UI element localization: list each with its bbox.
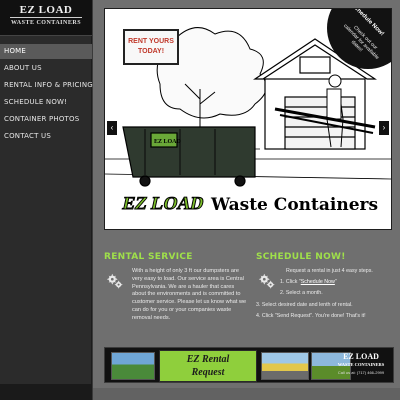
promo-badge: RENT YOURS TODAY!: [123, 29, 179, 65]
slider-next-button[interactable]: ›: [379, 121, 389, 135]
schedule-step-2: 2. Select a month.: [280, 290, 323, 297]
rental-request-banner[interactable]: EZ Rental Request EZ LOAD WASTE CONTAINE…: [104, 347, 394, 383]
slider-prev-button[interactable]: ‹: [107, 121, 117, 135]
schedule-step-1: 1. Click "Schedule Now": [256, 279, 396, 286]
nav-item-about-us[interactable]: About Us: [0, 61, 92, 76]
schedule-step-3: 3. Select desired date and lenth of rent…: [256, 301, 353, 308]
schedule-step-1-suffix: ": [334, 279, 337, 286]
banner-photo-truck: [111, 352, 155, 380]
nav-item-home[interactable]: Home: [0, 44, 92, 59]
banner-logo-subtitle: WASTE CONTAINERS: [337, 362, 385, 367]
schedule-steps: Request a rental in just 4 easy steps. 1…: [256, 268, 396, 324]
sidebar-footer: [0, 384, 92, 400]
hero-banner-tagline: Waste Containers: [211, 195, 379, 215]
footer: [93, 388, 400, 400]
logo-subtitle: WASTE CONTAINERS: [10, 20, 82, 26]
schedule-step-4: 4. Click "Send Request". You're done! Th…: [256, 312, 366, 319]
rental-request-line1: EZ Rental: [186, 354, 230, 365]
hero-banner-brand: EZ LOAD: [120, 193, 206, 214]
rental-request-button[interactable]: EZ Rental Request: [159, 350, 257, 382]
banner-phone: Call us at: (717) 466-2999: [337, 370, 385, 375]
schedule-now-link[interactable]: Schedule Now: [301, 279, 335, 285]
main-nav: Home About Us Rental Info & Pricing Sche…: [0, 44, 93, 146]
nav-item-rental-info[interactable]: Rental Info & Pricing: [0, 78, 93, 93]
nav-item-schedule-now[interactable]: Schedule Now!: [0, 95, 92, 110]
schedule-now-title: Schedule Now!: [256, 252, 346, 262]
nav-item-container-photos[interactable]: Container Photos: [0, 112, 92, 127]
nav-item-contact-us[interactable]: Contact Us: [0, 129, 92, 144]
sidebar: EZ LOAD WASTE CONTAINERS Home About Us R…: [0, 0, 93, 400]
banner-logo-title: EZ LOAD: [343, 352, 379, 361]
schedule-step-1-prefix: 1. Click ": [280, 279, 301, 286]
hero-slider[interactable]: EZ LOAD RENT YOURS TODAY! Schedule Now! …: [104, 8, 392, 230]
rental-service-title: Rental Service: [104, 252, 193, 262]
promo-line1: RENT YOURS: [128, 38, 174, 45]
logo-title: EZ LOAD: [19, 4, 73, 16]
hero-banner: EZ LOAD Waste Containers: [111, 187, 387, 223]
site-logo[interactable]: EZ LOAD WASTE CONTAINERS: [0, 0, 92, 36]
gears-icon: [106, 273, 123, 289]
banner-logo: EZ LOAD WASTE CONTAINERS Call us at: (71…: [333, 352, 389, 375]
container-label: EZ LOAD: [154, 139, 182, 145]
logo-divider: [10, 17, 82, 18]
banner-photo-excavator: [261, 352, 309, 380]
schedule-intro: Request a rental in just 4 easy steps.: [286, 268, 373, 274]
rental-service-text: With a height of only 3 ft our dumpsters…: [132, 268, 247, 321]
rental-request-line2: Request: [191, 367, 225, 378]
promo-line2: TODAY!: [137, 48, 165, 55]
